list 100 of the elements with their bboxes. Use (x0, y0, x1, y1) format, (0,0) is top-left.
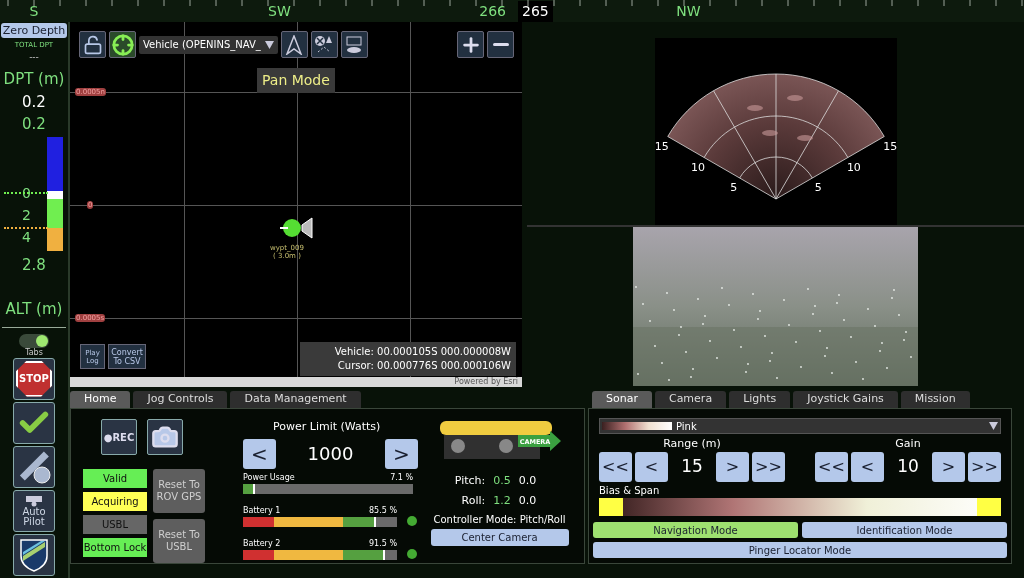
palette-swatch (602, 422, 672, 430)
bias-span-bar[interactable] (599, 498, 1001, 516)
compass-label: 266 (479, 1, 506, 21)
status-indicator: USBL (83, 515, 147, 534)
stepper-button[interactable]: < (851, 452, 884, 482)
bias-handle[interactable] (599, 498, 623, 516)
panel-tab[interactable]: Mission (900, 391, 970, 408)
zoom-out-button[interactable] (487, 31, 514, 58)
center-camera-button[interactable]: Center Camera (430, 529, 569, 546)
panel-tab[interactable]: Joystick Gains (793, 391, 898, 408)
panel-tab[interactable]: Camera (654, 391, 727, 408)
attitude-target: 0.0 (518, 492, 537, 509)
sonar-overlay-button[interactable] (340, 31, 368, 58)
stepper-value: 10 (896, 455, 920, 479)
unlock-icon (82, 34, 103, 55)
battery-high-zone (343, 549, 384, 560)
unlock-button[interactable] (79, 31, 106, 58)
logo-button[interactable] (13, 533, 55, 576)
attribution-text: Powered by Esri (454, 377, 518, 387)
crosshair-icon (111, 33, 134, 56)
depth-title: DPT (m) (3, 69, 65, 90)
stepper-button[interactable]: << (599, 452, 632, 482)
increase-power-button[interactable]: > (385, 438, 418, 469)
convert-csv-button[interactable]: Convert To CSV (108, 344, 146, 369)
bias-span-title: Bias & Span (599, 484, 661, 498)
stepper-button[interactable]: >> (752, 452, 785, 482)
panel-tab[interactable]: Home (70, 391, 131, 408)
meter-label: Battery 1 (243, 505, 281, 515)
range-label: 10 (690, 160, 705, 174)
center-vehicle-button[interactable] (109, 31, 136, 58)
battery-low-zone (243, 549, 274, 560)
stop-button[interactable]: STOP (13, 357, 55, 400)
range-label: 5 (729, 181, 737, 194)
stepper-button[interactable]: < (635, 452, 668, 482)
confirm-button[interactable] (13, 401, 55, 444)
depth-value: 0.2 (22, 91, 46, 113)
zero-depth-button[interactable]: Zero Depth (1, 23, 67, 38)
cursor-coordinates: Cursor: 00.000776S 000.000106W (337, 359, 511, 373)
attitude-label: Pitch: (454, 473, 486, 489)
vehicle-coordinates: Vehicle: 00.000105S 000.000008W (334, 345, 511, 359)
range-label: 10 (846, 160, 861, 174)
stepper-button[interactable]: > (932, 452, 965, 482)
status-indicator: Valid (83, 469, 147, 488)
north-arrow-button[interactable] (280, 31, 308, 58)
meter-reading: 85.5 % (369, 505, 397, 515)
sonar-mode-button[interactable]: Navigation Mode (593, 522, 798, 538)
stepper-title: Gain (895, 437, 921, 451)
zoom-in-button[interactable] (457, 31, 484, 58)
toggle-label: Tabs (25, 347, 43, 357)
altitude-trace (4, 226, 48, 229)
autopilot-button[interactable]: Auto Pilot (13, 489, 55, 532)
stepper-button[interactable]: > (716, 452, 749, 482)
depth-secondary-value: 0.2 (22, 114, 46, 135)
power-limit-title: Power Limit (Watts) (273, 419, 381, 435)
attitude-label: Roll: (461, 492, 486, 509)
reset-button[interactable]: Reset To USBL (153, 519, 205, 563)
panel-tab[interactable]: Data Management (230, 391, 361, 408)
battery-high-zone (343, 516, 375, 527)
stepper-title: Range (m) (663, 437, 721, 451)
reset-button[interactable]: Reset To ROV GPS (153, 469, 205, 513)
gauge-tick-label: 4 (22, 229, 31, 244)
snapshot-button[interactable] (147, 419, 183, 455)
dropdown-caret-icon (264, 40, 274, 49)
sonar-mode-button[interactable]: Identification Mode (802, 522, 1007, 538)
range-label: 15 (654, 139, 669, 153)
decrease-power-button[interactable]: < (243, 438, 276, 469)
panel-tab[interactable]: Sonar (592, 391, 652, 408)
panel-tab[interactable]: Lights (729, 391, 791, 408)
dropdown-caret-icon (989, 422, 998, 430)
total-depth-value: --- (29, 50, 39, 64)
stepper-button[interactable]: << (815, 452, 848, 482)
status-indicator: Acquiring (83, 492, 147, 511)
battery-mid-zone (273, 516, 344, 527)
compass-label: S (29, 1, 39, 21)
gauge-bottom-value: 2.8 (22, 254, 46, 276)
minus-icon (492, 43, 509, 46)
gauge-tick-label: 2 (22, 207, 31, 222)
attitude-value: 0.5 (493, 473, 511, 489)
span-handle[interactable] (977, 498, 1001, 516)
shield-icon (19, 537, 49, 572)
vehicle-dropdown[interactable]: Vehicle (OPENINS_NAV_ (139, 35, 278, 54)
meter-reading: 7.1 % (390, 472, 413, 482)
status-indicator: Bottom Lock (83, 538, 147, 557)
measure-button[interactable] (13, 445, 55, 488)
palette-dropdown[interactable]: Pink (599, 418, 1001, 434)
sonar-mode-button[interactable]: Pinger Locator Mode (593, 542, 1007, 558)
stepper-button[interactable]: >> (968, 452, 1001, 482)
vessel-icon (344, 34, 365, 55)
mode-tooltip: Pan Mode (257, 68, 335, 93)
tabs-toggle[interactable] (19, 333, 49, 348)
range-label: 15 (882, 139, 897, 153)
panel-tab[interactable]: Jog Controls (133, 391, 228, 408)
route-button[interactable] (310, 31, 338, 58)
rov-icon (25, 494, 43, 507)
meter-label: Power Usage (243, 472, 295, 482)
stepper-value: 15 (680, 455, 704, 479)
record-button[interactable]: ●REC (101, 419, 137, 455)
meter-reading: 91.5 % (369, 538, 397, 548)
controller-mode: Controller Mode: Pitch/Roll (433, 513, 566, 527)
power-limit-value: 1000 (307, 442, 354, 466)
